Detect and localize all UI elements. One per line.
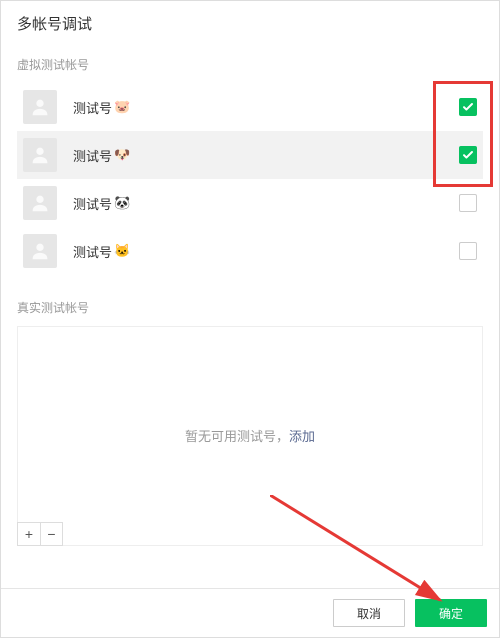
avatar-icon [23, 186, 57, 220]
nickname-emoji: 🐱 [114, 243, 130, 259]
virtual-account-list: 测试号🐷测试号🐶测试号🐼测试号🐱 [1, 79, 499, 285]
confirm-button[interactable]: 确定 [415, 599, 487, 627]
nickname-text: 测试号 [73, 194, 112, 213]
account-nickname: 测试号🐶 [73, 146, 459, 165]
account-row[interactable]: 测试号🐷 [17, 83, 483, 131]
empty-text: 暂无可用测试号， [185, 429, 289, 444]
plus-button[interactable]: + [18, 523, 40, 545]
account-nickname: 测试号🐼 [73, 194, 459, 213]
account-checkbox[interactable] [459, 146, 477, 164]
virtual-section-label: 虚拟测试帐号 [1, 42, 499, 79]
plus-minus-controls: + − [17, 522, 63, 546]
dialog-title: 多帐号调试 [1, 1, 499, 42]
account-row[interactable]: 测试号🐶 [17, 131, 483, 179]
account-checkbox[interactable] [459, 242, 477, 260]
cancel-button[interactable]: 取消 [333, 599, 405, 627]
nickname-emoji: 🐼 [114, 195, 130, 211]
nickname-text: 测试号 [73, 98, 112, 117]
account-checkbox[interactable] [459, 98, 477, 116]
account-nickname: 测试号🐱 [73, 242, 459, 261]
avatar-icon [23, 234, 57, 268]
minus-button[interactable]: − [40, 523, 62, 545]
nickname-text: 测试号 [73, 242, 112, 261]
account-nickname: 测试号🐷 [73, 98, 459, 117]
account-row[interactable]: 测试号🐼 [17, 179, 483, 227]
avatar-icon [23, 90, 57, 124]
nickname-text: 测试号 [73, 146, 112, 165]
avatar-icon [23, 138, 57, 172]
nickname-emoji: 🐷 [114, 99, 130, 115]
add-link[interactable]: 添加 [289, 429, 315, 444]
empty-state: 暂无可用测试号，添加 [185, 426, 315, 446]
account-row[interactable]: 测试号🐱 [17, 227, 483, 275]
real-account-panel: 暂无可用测试号，添加 + − [17, 326, 483, 546]
dialog-footer: 取消 确定 [1, 588, 499, 637]
real-section-label: 真实测试帐号 [1, 285, 499, 322]
account-checkbox[interactable] [459, 194, 477, 212]
nickname-emoji: 🐶 [114, 147, 130, 163]
